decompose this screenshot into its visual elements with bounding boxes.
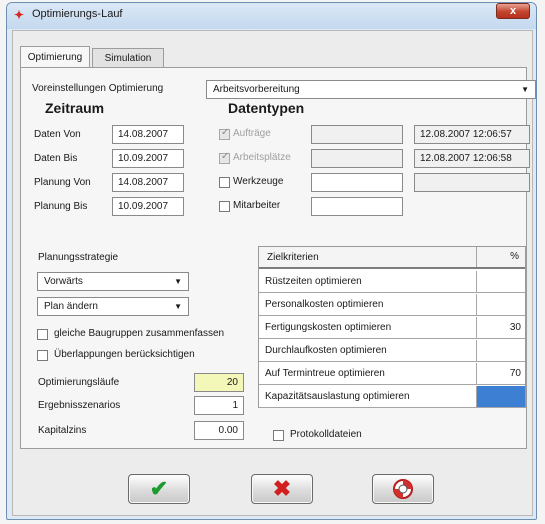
datentypen-header: Datentypen <box>228 100 305 116</box>
help-button[interactable] <box>372 474 434 504</box>
protocol-label: Protokolldateien <box>290 429 362 440</box>
criteria-value[interactable]: 70 <box>476 363 525 384</box>
close-icon: x <box>509 5 517 17</box>
cross-icon: ✖ <box>272 476 292 501</box>
criteria-value[interactable] <box>476 340 525 361</box>
strategy-label: Planungsstrategie <box>38 252 119 263</box>
chevron-down-icon: ▼ <box>174 277 182 286</box>
criteria-header-percent: % <box>476 247 525 267</box>
daten-bis-label: Daten Bis <box>34 153 78 164</box>
mitarbeiter-checkbox[interactable] <box>219 201 230 212</box>
close-button[interactable]: x <box>496 3 530 19</box>
criteria-value[interactable] <box>476 271 525 292</box>
arbeitsplaetze-checkbox[interactable] <box>219 151 230 164</box>
app-logo-icon: ✦ <box>14 8 25 22</box>
window-title: Optimierungs-Lauf <box>32 8 123 20</box>
scenarios-label: Ergebnisszenarios <box>38 400 121 411</box>
presets-select[interactable]: Arbeitsvorbereitung ▼ <box>206 80 536 99</box>
protocol-checkbox[interactable] <box>273 430 284 441</box>
direction-select[interactable]: Vorwärts ▼ <box>37 272 189 291</box>
scenarios-field[interactable]: 1 <box>194 396 244 415</box>
table-row[interactable]: Personalkosten optimieren <box>259 294 525 316</box>
chevron-down-icon: ▼ <box>521 85 529 94</box>
planung-von-label: Planung Von <box>34 177 91 188</box>
ok-button[interactable]: ✔ <box>128 474 190 504</box>
option1-checkbox[interactable] <box>37 329 48 340</box>
lifebuoy-icon <box>373 475 433 503</box>
plan-mode-select[interactable]: Plan ändern ▼ <box>37 297 189 316</box>
table-row[interactable]: Durchlaufkosten optimieren <box>259 340 525 362</box>
mitarbeiter-field[interactable] <box>311 197 403 216</box>
table-row[interactable]: Rüstzeiten optimieren <box>259 271 525 293</box>
arbeitsplaetze-label: Arbeitsplätze <box>233 152 291 163</box>
auftraege-label: Aufträge <box>233 128 271 139</box>
auftraege-field <box>311 125 403 144</box>
arbeitsplaetze-field <box>311 149 403 168</box>
criteria-value-selected[interactable] <box>476 386 525 407</box>
criteria-value[interactable] <box>476 294 525 315</box>
option1-label: gleiche Baugruppen zusammenfassen <box>54 328 225 339</box>
runs-field[interactable]: 20 <box>194 373 244 392</box>
mitarbeiter-label: Mitarbeiter <box>233 200 281 211</box>
auftraege-timestamp: 12.08.2007 12:06:57 <box>414 125 530 144</box>
daten-bis-field[interactable]: 10.09.2007 <box>112 149 184 168</box>
tab-simulation[interactable]: Simulation <box>92 48 164 68</box>
table-row[interactable]: Fertigungskosten optimieren 30 <box>259 317 525 339</box>
werkzeuge-checkbox[interactable] <box>219 177 230 188</box>
option2-checkbox[interactable] <box>37 350 48 361</box>
werkzeuge-timestamp <box>414 173 530 192</box>
criteria-header-row: Zielkriterien % <box>259 247 525 269</box>
planung-bis-label: Planung Bis <box>34 201 88 212</box>
table-row[interactable]: Kapazitätsauslastung optimieren <box>259 386 525 408</box>
daten-von-field[interactable]: 14.08.2007 <box>112 125 184 144</box>
interest-label: Kapitalzins <box>38 425 87 436</box>
planung-von-field[interactable]: 14.08.2007 <box>112 173 184 192</box>
runs-label: Optimierungsläufe <box>38 377 120 388</box>
auftraege-checkbox[interactable] <box>219 127 230 140</box>
interest-field[interactable]: 0.00 <box>194 421 244 440</box>
zeitraum-header: Zeitraum <box>45 100 105 116</box>
planung-bis-field[interactable]: 10.09.2007 <box>112 197 184 216</box>
checkmark-icon: ✔ <box>149 476 169 501</box>
criteria-header-name: Zielkriterien <box>267 252 319 263</box>
werkzeuge-field[interactable] <box>311 173 403 192</box>
criteria-value[interactable]: 30 <box>476 317 525 338</box>
tab-optimierung[interactable]: Optimierung <box>20 46 90 68</box>
daten-von-label: Daten Von <box>34 129 81 140</box>
table-row[interactable]: Auf Termintreue optimieren 70 <box>259 363 525 385</box>
chevron-down-icon: ▼ <box>174 302 182 311</box>
arbeitsplaetze-timestamp: 12.08.2007 12:06:58 <box>414 149 530 168</box>
werkzeuge-label: Werkzeuge <box>233 176 284 187</box>
presets-label: Voreinstellungen Optimierung <box>32 83 164 94</box>
option2-label: Überlappungen berücksichtigen <box>54 349 195 360</box>
cancel-button[interactable]: ✖ <box>251 474 313 504</box>
